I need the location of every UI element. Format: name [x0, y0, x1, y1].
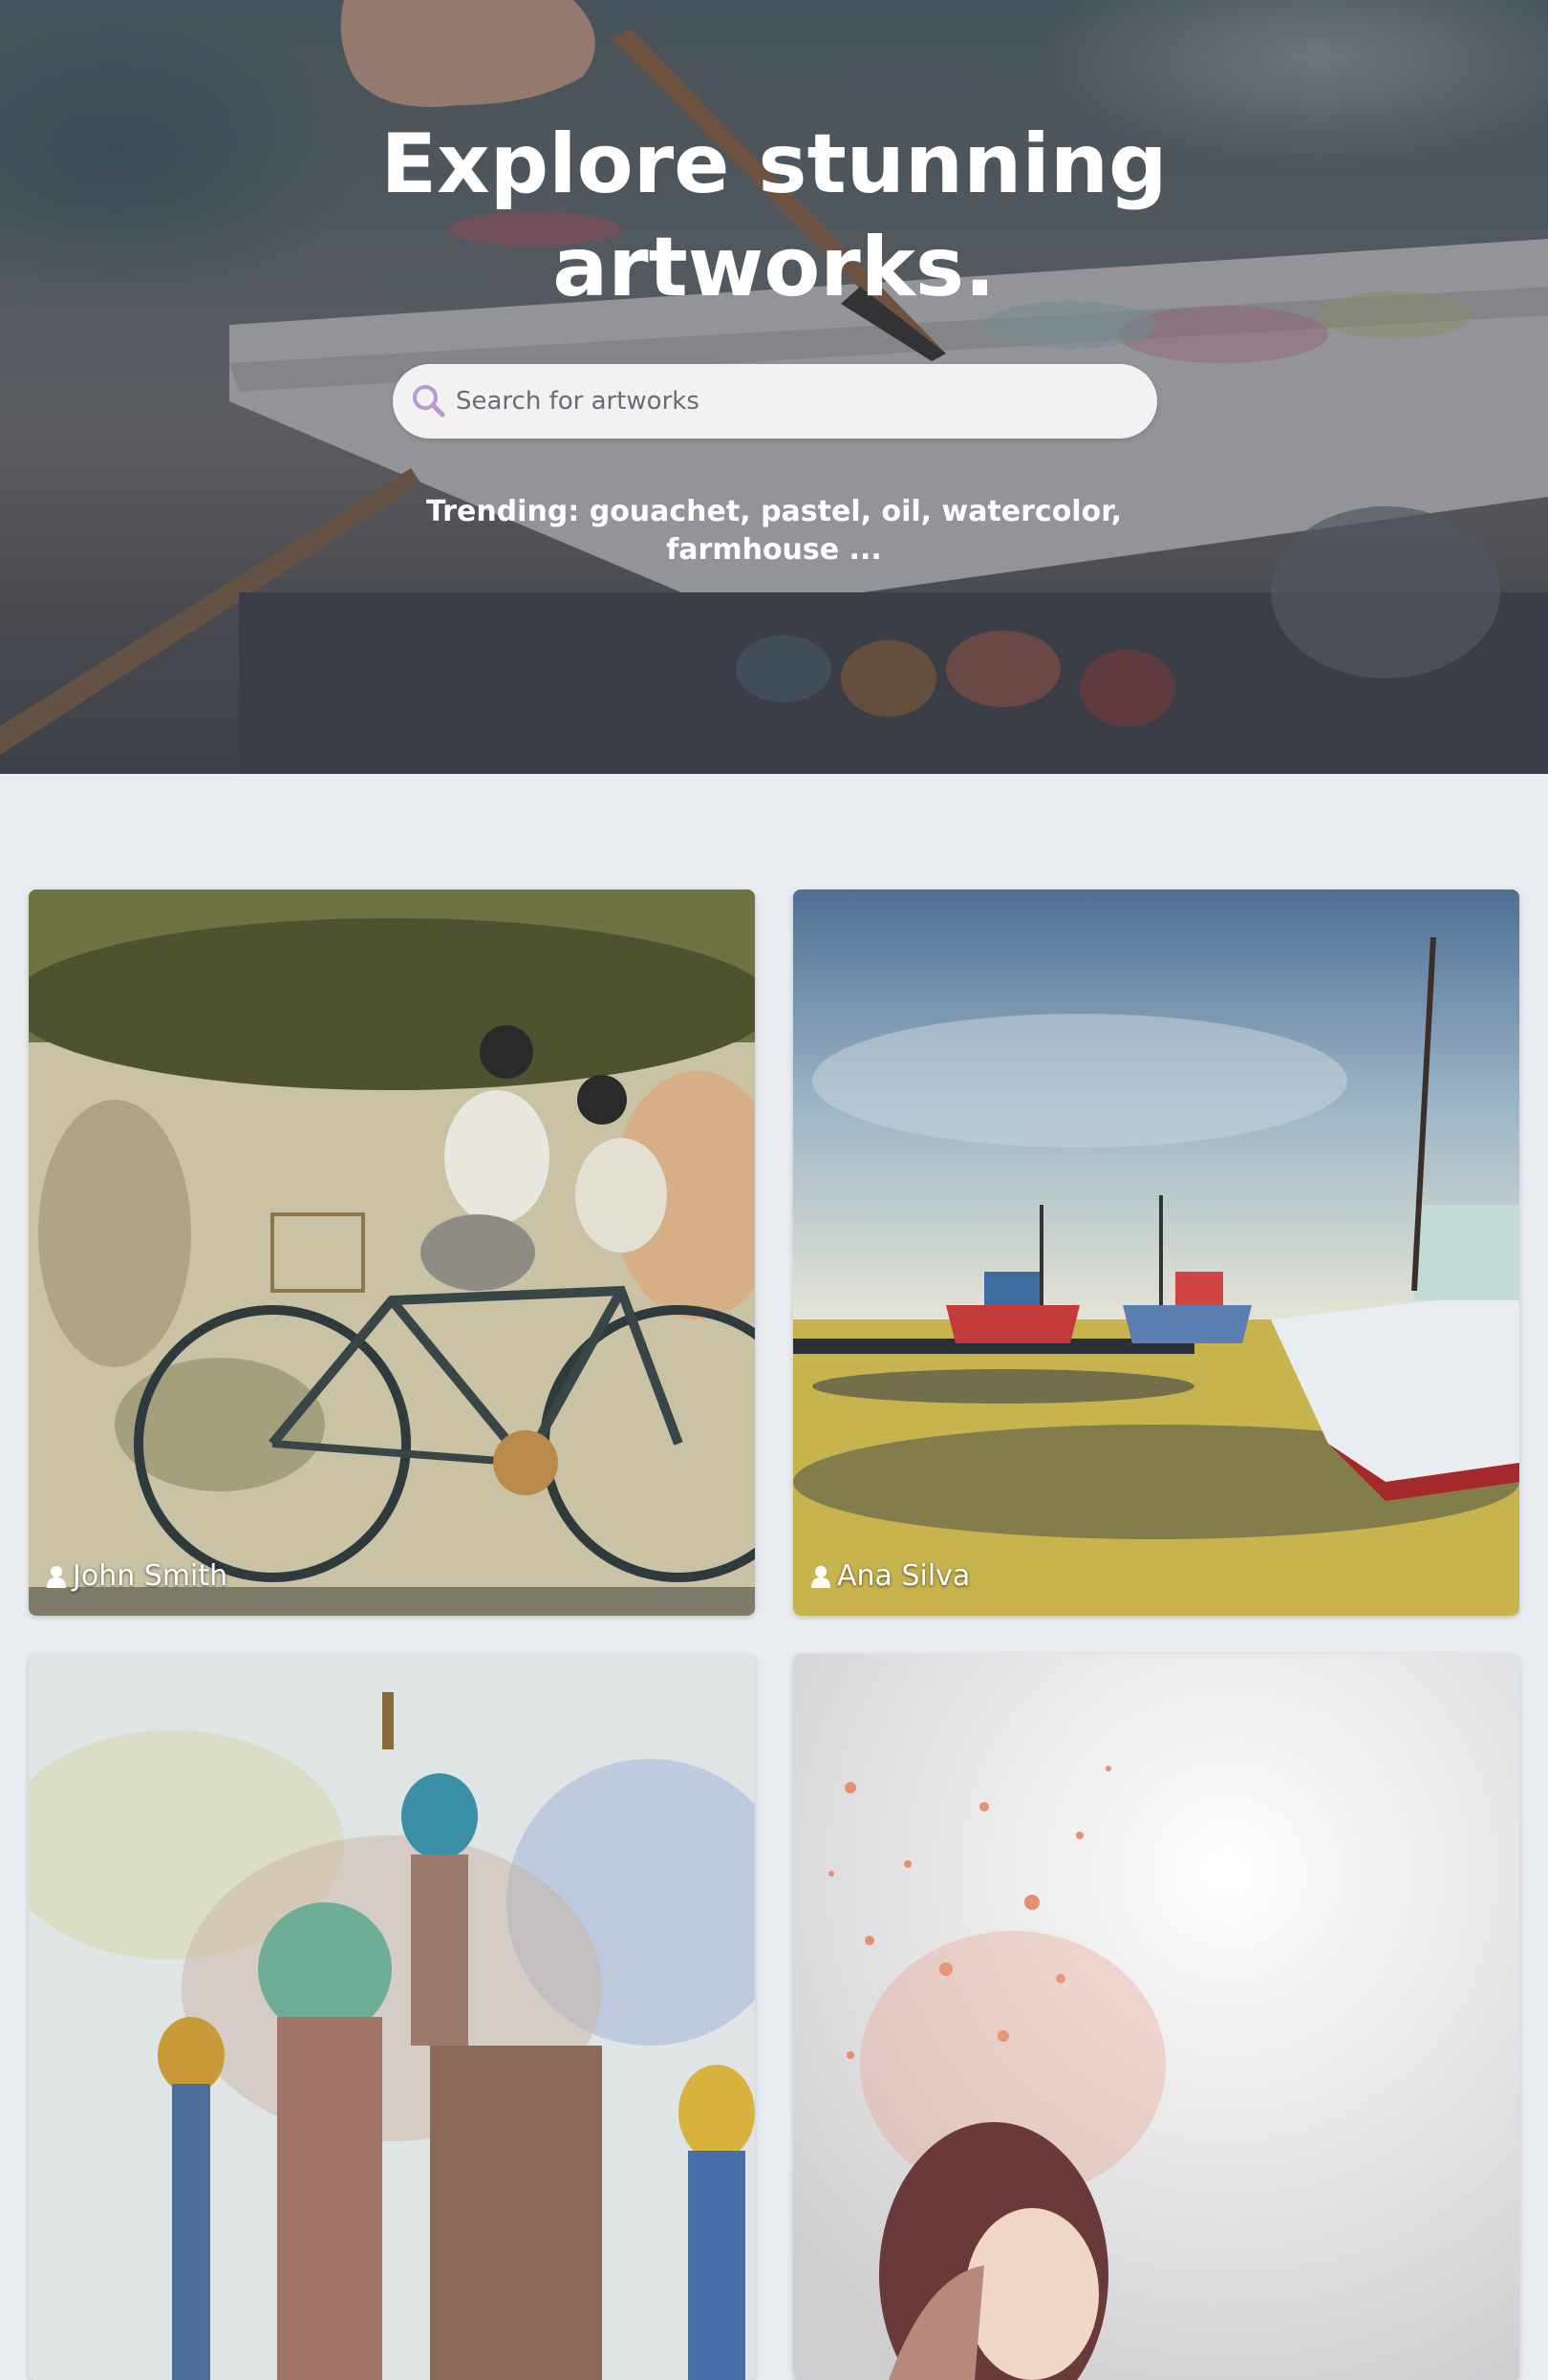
artwork-card[interactable]: Ana Silva: [793, 890, 1519, 1616]
search-icon[interactable]: [410, 382, 448, 420]
author-credit[interactable]: John Smith: [46, 1559, 227, 1593]
author-name[interactable]: John Smith: [73, 1559, 227, 1593]
hero-title: Explore stunning artworks.: [380, 117, 1168, 315]
artwork-card[interactable]: [793, 1654, 1519, 2380]
hero-banner: Explore stunning artworks. Trending: gou…: [0, 0, 1548, 774]
trending-tags[interactable]: Trending: gouachet, pastel, oil, waterco…: [392, 493, 1156, 569]
search-bar[interactable]: [393, 364, 1157, 439]
search-input[interactable]: [456, 373, 1125, 430]
author-name[interactable]: Ana Silva: [837, 1559, 970, 1593]
user-icon: [47, 1565, 66, 1588]
artwork-image[interactable]: [793, 1654, 1519, 2380]
artwork-card[interactable]: John Smith: [29, 890, 755, 1616]
artwork-image[interactable]: [793, 890, 1519, 1616]
artwork-image[interactable]: [29, 1654, 755, 2380]
user-icon: [811, 1565, 830, 1588]
artwork-image[interactable]: [29, 890, 755, 1616]
author-credit[interactable]: Ana Silva: [810, 1559, 970, 1593]
artwork-card[interactable]: [29, 1654, 755, 2380]
